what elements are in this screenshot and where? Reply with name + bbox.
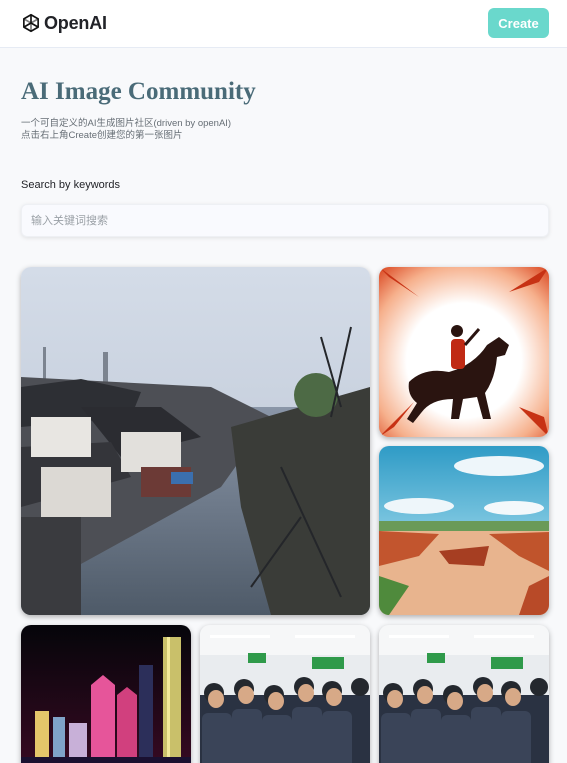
gallery-card[interactable]: [200, 625, 370, 763]
create-button[interactable]: Create: [488, 8, 549, 38]
canal-town-image: [21, 267, 370, 615]
search-input[interactable]: [22, 205, 548, 236]
page-description: 一个可自定义的AI生成图片社区(driven by openAI) 点击右上角C…: [21, 118, 231, 142]
logo[interactable]: OpenAI: [20, 12, 107, 34]
crowd-image: [379, 625, 549, 763]
gallery-card[interactable]: [379, 446, 549, 615]
city-night-image: [21, 625, 191, 763]
canyon-image: [379, 446, 549, 615]
horseman-image: [379, 267, 549, 437]
search-label: Search by keywords: [21, 179, 121, 191]
gallery-card[interactable]: [379, 625, 549, 763]
search-field[interactable]: [21, 204, 549, 237]
gallery-card[interactable]: [21, 267, 370, 615]
crowd-image: [200, 625, 370, 763]
openai-logo-icon: [20, 12, 42, 34]
page-title: AI Image Community: [21, 78, 256, 105]
description-line-2: 点击右上角Create创建您的第一张图片: [21, 130, 183, 141]
top-bar: OpenAI Create: [0, 0, 567, 48]
logo-text: OpenAI: [44, 12, 107, 33]
gallery-card[interactable]: [379, 267, 549, 437]
description-line-1: 一个可自定义的AI生成图片社区(driven by openAI): [21, 118, 232, 129]
gallery-card[interactable]: [21, 625, 191, 763]
